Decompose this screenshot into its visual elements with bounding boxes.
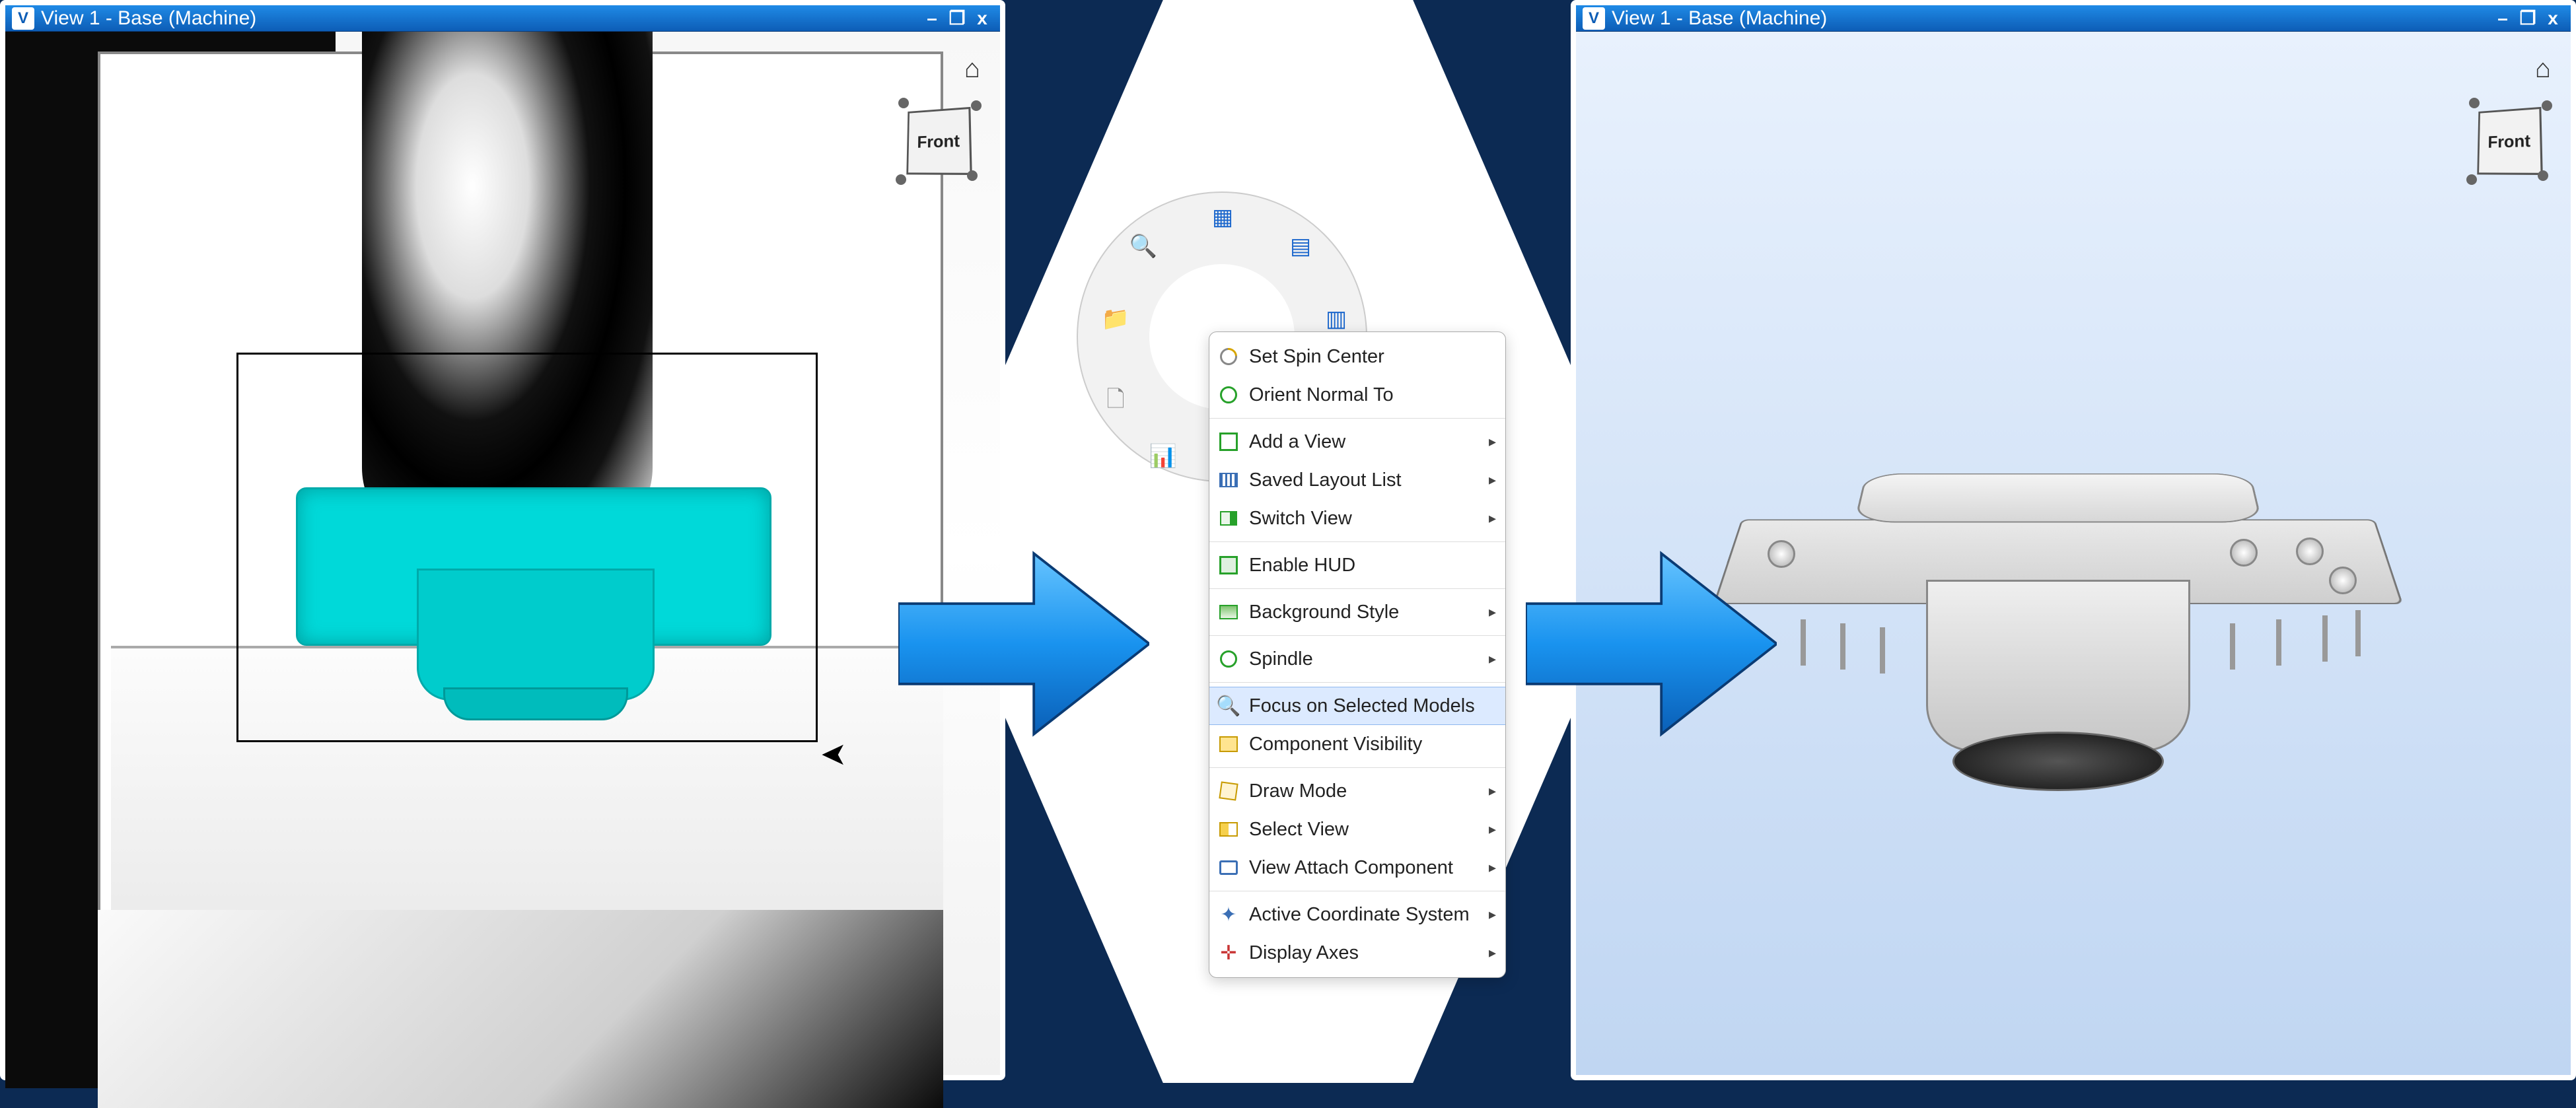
app-icon: V <box>1583 7 1605 30</box>
switch-view-icon <box>1217 507 1240 530</box>
menu-item-enable-hud[interactable]: Enable HUD <box>1209 546 1505 584</box>
menu-item-component-vis[interactable]: Component Visibility <box>1209 725 1505 763</box>
set-spin-center-icon <box>1217 345 1240 368</box>
display-axes-icon: ✛ <box>1217 942 1240 964</box>
menu-item-label: Draw Mode <box>1249 780 1480 802</box>
window-title: View 1 - Base (Machine) <box>1612 5 2491 32</box>
menu-item-draw-mode[interactable]: Draw Mode ▸ <box>1209 772 1505 810</box>
viewport-after: V View 1 - Base (Machine) – ❐ x ⌂ Front <box>1571 0 2576 1080</box>
radial-tool-4-icon[interactable]: ▥ <box>1321 304 1351 334</box>
menu-item-label: Active Coordinate System <box>1249 904 1480 926</box>
menu-item-background-style[interactable]: Background Style ▸ <box>1209 593 1505 631</box>
submenu-arrow-icon: ▸ <box>1489 510 1496 527</box>
component-vis-icon <box>1217 733 1240 755</box>
active-coord-sys-icon: ✦ <box>1217 903 1240 926</box>
menu-item-display-axes[interactable]: ✛ Display Axes ▸ <box>1209 934 1505 972</box>
minimize-button[interactable]: – <box>2491 9 2514 28</box>
viewport-before: V View 1 - Base (Machine) – ❐ x ➤ ⌂ Fron… <box>0 0 1005 1080</box>
menu-item-set-spin-center[interactable]: Set Spin Center <box>1209 337 1505 376</box>
saved-layout-list-icon <box>1217 469 1240 491</box>
menu-item-label: View Attach Component <box>1249 857 1480 879</box>
viewcube[interactable]: Front <box>2462 95 2555 188</box>
menu-item-label: Switch View <box>1249 508 1480 530</box>
menu-item-view-attach-comp[interactable]: View Attach Component ▸ <box>1209 848 1505 887</box>
menu-item-label: Display Axes <box>1249 942 1480 964</box>
submenu-arrow-icon: ▸ <box>1489 433 1496 450</box>
menu-separator <box>1209 588 1505 589</box>
menu-separator <box>1209 541 1505 542</box>
radial-tool-1-icon[interactable]: 🔍 <box>1128 231 1159 261</box>
menu-separator <box>1209 418 1505 419</box>
viewcube-face[interactable]: Front <box>2477 107 2542 175</box>
maximize-button[interactable]: ❐ <box>2517 9 2539 28</box>
menu-item-add-a-view[interactable]: Add a View ▸ <box>1209 423 1505 461</box>
enable-hud-icon <box>1217 554 1240 576</box>
submenu-arrow-icon: ▸ <box>1489 604 1496 621</box>
menu-separator <box>1209 635 1505 636</box>
submenu-arrow-icon: ▸ <box>1489 906 1496 923</box>
submenu-arrow-icon: ▸ <box>1489 821 1496 838</box>
focused-part[interactable] <box>1728 454 2388 798</box>
menu-item-label: Saved Layout List <box>1249 469 1480 491</box>
radial-tool-6-icon[interactable]: 🗋 <box>1100 387 1131 417</box>
menu-item-label: Select View <box>1249 819 1480 841</box>
arrow-icon <box>898 541 1149 746</box>
submenu-arrow-icon: ▸ <box>1489 859 1496 876</box>
titlebar: V View 1 - Base (Machine) – ❐ x <box>5 5 1000 32</box>
cursor-icon: ➤ <box>820 736 847 773</box>
submenu-arrow-icon: ▸ <box>1489 650 1496 668</box>
select-view-icon <box>1217 818 1240 841</box>
menu-item-switch-view[interactable]: Switch View ▸ <box>1209 499 1505 537</box>
submenu-arrow-icon: ▸ <box>1489 782 1496 800</box>
menu-item-label: Focus on Selected Models <box>1249 695 1496 717</box>
menu-item-active-coord-sys[interactable]: ✦ Active Coordinate System ▸ <box>1209 895 1505 934</box>
submenu-arrow-icon: ▸ <box>1489 471 1496 489</box>
viewport-content[interactable]: ➤ ⌂ Front <box>5 32 1000 1075</box>
submenu-arrow-icon: ▸ <box>1489 944 1496 961</box>
radial-tool-3-icon[interactable]: ▤ <box>1285 231 1316 261</box>
app-icon: V <box>12 7 34 30</box>
menu-item-label: Background Style <box>1249 602 1480 623</box>
window-buttons: – ❐ x <box>921 9 993 28</box>
menu-separator <box>1209 682 1505 683</box>
window-title: View 1 - Base (Machine) <box>41 5 921 32</box>
menu-item-label: Orient Normal To <box>1249 384 1496 406</box>
close-button[interactable]: x <box>2542 9 2564 28</box>
radial-tool-5-icon[interactable]: 📁 <box>1100 304 1131 334</box>
focus-selected-icon: 🔍 <box>1217 695 1240 717</box>
menu-item-label: Spindle <box>1249 648 1480 670</box>
menu-separator <box>1209 767 1505 768</box>
add-a-view-icon <box>1217 431 1240 453</box>
context-menu: Set Spin Center Orient Normal To Add a Vie… <box>1209 331 1506 978</box>
menu-item-label: Set Spin Center <box>1249 346 1496 368</box>
spindle-icon <box>1217 648 1240 670</box>
menu-item-label: Enable HUD <box>1249 555 1496 576</box>
draw-mode-icon <box>1217 780 1240 802</box>
view-attach-comp-icon <box>1217 856 1240 879</box>
orient-normal-to-icon <box>1217 384 1240 406</box>
viewcube-face[interactable]: Front <box>906 107 972 175</box>
menu-item-spindle[interactable]: Spindle ▸ <box>1209 640 1505 678</box>
arrow-icon <box>1526 541 1777 746</box>
close-button[interactable]: x <box>971 9 993 28</box>
titlebar: V View 1 - Base (Machine) – ❐ x <box>1576 5 2571 32</box>
minimize-button[interactable]: – <box>921 9 943 28</box>
menu-item-select-view[interactable]: Select View ▸ <box>1209 810 1505 848</box>
radial-tool-7-icon[interactable]: 📊 <box>1148 441 1178 471</box>
background-style-icon <box>1217 601 1240 623</box>
home-icon[interactable]: ⌂ <box>2535 54 2551 84</box>
home-icon[interactable]: ⌂ <box>964 54 980 84</box>
viewcube[interactable]: Front <box>892 95 984 188</box>
menu-item-saved-layout-list[interactable]: Saved Layout List ▸ <box>1209 461 1505 499</box>
menu-item-label: Component Visibility <box>1249 734 1496 755</box>
menu-item-label: Add a View <box>1249 431 1480 453</box>
menu-item-focus-selected[interactable]: 🔍 Focus on Selected Models <box>1209 687 1505 725</box>
window-buttons: – ❐ x <box>2491 9 2564 28</box>
selection-rectangle <box>236 353 818 742</box>
maximize-button[interactable]: ❐ <box>946 9 968 28</box>
radial-tool-2-icon[interactable]: ▦ <box>1207 202 1238 232</box>
menu-item-orient-normal-to[interactable]: Orient Normal To <box>1209 376 1505 414</box>
